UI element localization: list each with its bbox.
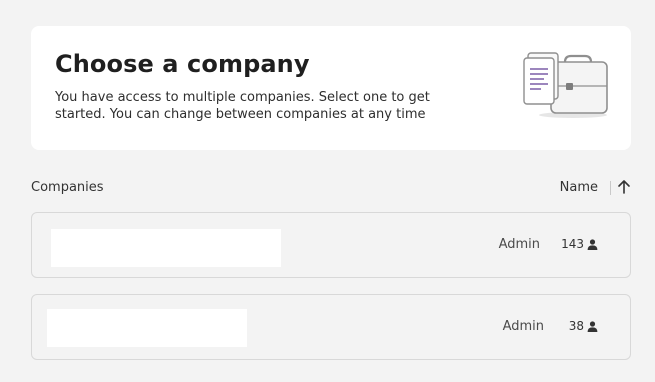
company-list-item[interactable]: Admin 143 [31,212,631,278]
company-role: Admin [502,319,544,334]
documents-briefcase-illustration [523,52,608,118]
company-name-placeholder [47,309,247,347]
person-icon [587,321,598,332]
companies-column-label: Companies [31,180,104,195]
intro-card: Choose a company You have access to mult… [31,26,631,150]
company-list-item[interactable]: Admin 38 [31,294,631,360]
company-member-count: 38 [568,319,584,333]
header-divider [610,181,611,195]
company-role: Admin [498,237,540,252]
page-title: Choose a company [55,50,310,78]
company-member-count: 143 [561,237,584,251]
page-subtitle: You have access to multiple companies. S… [55,90,430,122]
company-name-placeholder [51,229,281,267]
sort-by-name-button[interactable]: Name [560,180,598,195]
company-list-header: Companies Name [31,176,631,200]
person-icon [587,239,598,250]
sort-ascending-arrow-icon[interactable] [617,179,631,195]
